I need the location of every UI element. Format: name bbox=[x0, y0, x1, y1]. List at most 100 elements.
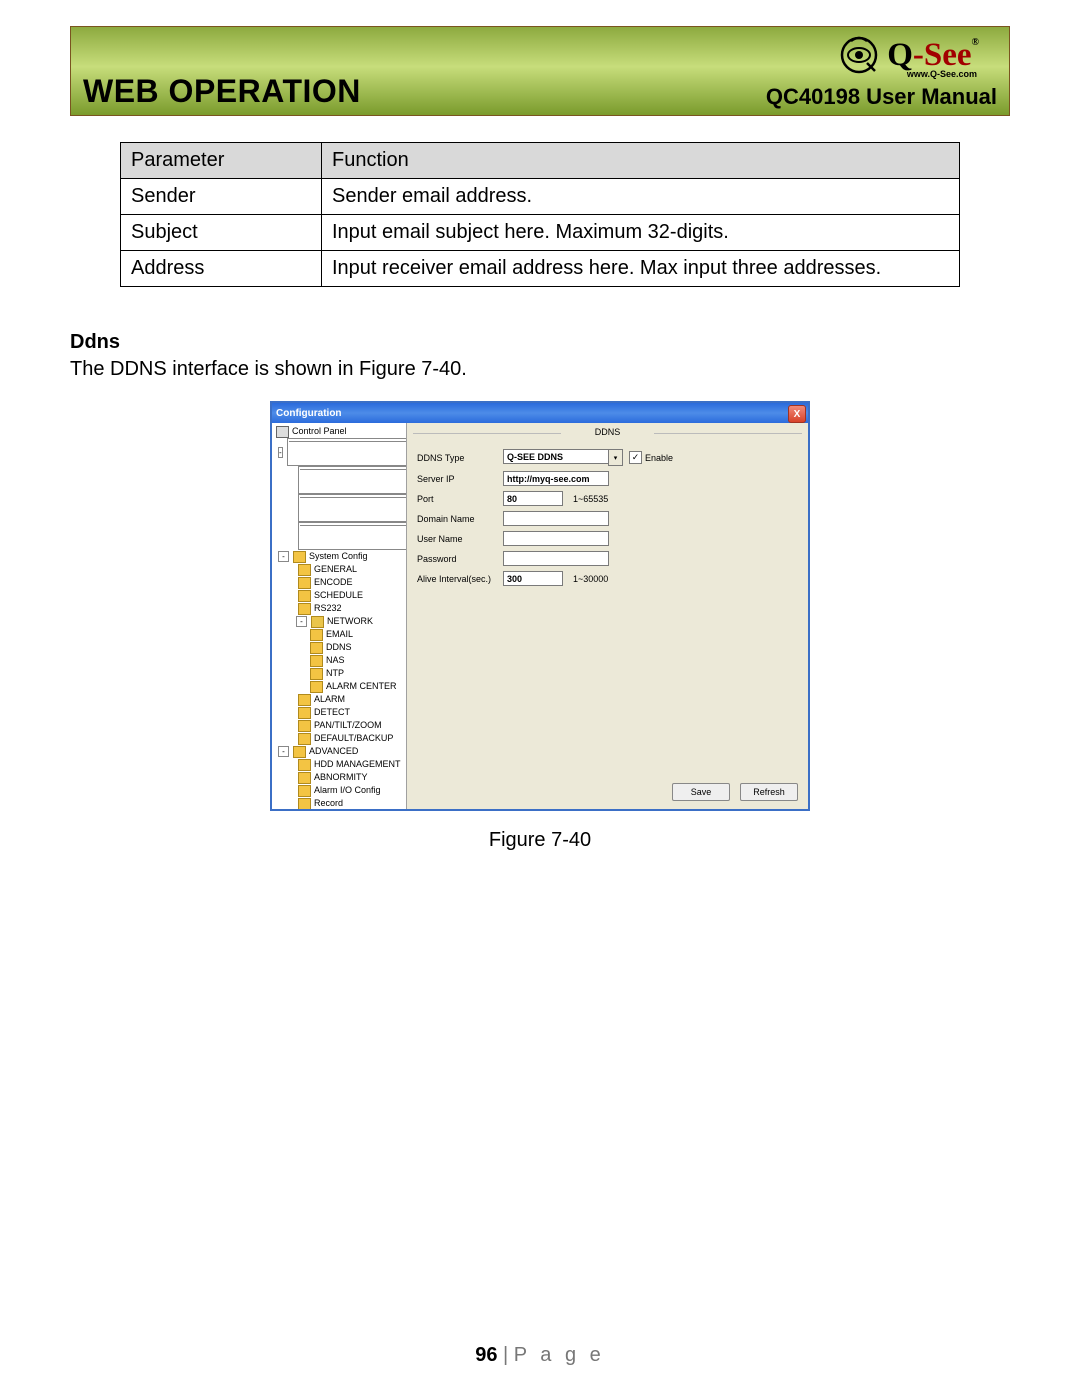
table-head-row: Parameter Function bbox=[121, 143, 960, 179]
tree-item-record[interactable]: Record bbox=[314, 797, 343, 809]
tree-item-defaultbackup[interactable]: DEFAULT/BACKUP bbox=[314, 732, 393, 745]
section-text: The DDNS interface is shown in Figure 7-… bbox=[70, 358, 1010, 381]
tree-item-alarmio[interactable]: Alarm I/O Config bbox=[314, 784, 381, 797]
folder-icon bbox=[298, 759, 311, 771]
page-header-banner: Q-See® www.Q-See.com WEB OPERATION QC401… bbox=[70, 26, 1010, 116]
page-icon bbox=[298, 494, 407, 522]
tree-item-alarmcenter[interactable]: ALARM CENTER bbox=[326, 680, 397, 693]
tree-item-alarm[interactable]: ALARM bbox=[314, 693, 345, 706]
folder-icon bbox=[298, 577, 311, 589]
refresh-button[interactable]: Refresh bbox=[740, 783, 798, 801]
tree-item-detect[interactable]: DETECT bbox=[314, 706, 350, 719]
folder-icon bbox=[293, 746, 306, 758]
folder-icon bbox=[298, 785, 311, 797]
folder-icon bbox=[298, 707, 311, 719]
folder-icon bbox=[298, 694, 311, 706]
collapse-icon[interactable]: - bbox=[278, 447, 283, 458]
username-label: User Name bbox=[417, 534, 503, 544]
param-name: Sender bbox=[121, 179, 322, 215]
brand-logo: Q-See® www.Q-See.com bbox=[837, 33, 979, 77]
param-desc: Sender email address. bbox=[322, 179, 960, 215]
col-parameter: Parameter bbox=[121, 143, 322, 179]
footer-sep: | bbox=[497, 1344, 513, 1366]
password-label: Password bbox=[417, 554, 503, 564]
tree-item-schedule[interactable]: SCHEDULE bbox=[314, 589, 363, 602]
tree-item-nas[interactable]: NAS bbox=[326, 654, 345, 667]
ddns-type-label: DDNS Type bbox=[417, 453, 503, 463]
nav-tree[interactable]: Control Panel -Query System Info VERSION… bbox=[272, 423, 407, 809]
folder-icon bbox=[293, 551, 306, 563]
table-row: Sender Sender email address. bbox=[121, 179, 960, 215]
page-icon bbox=[298, 466, 407, 494]
collapse-icon[interactable]: - bbox=[296, 616, 307, 627]
alive-label: Alive Interval(sec.) bbox=[417, 574, 503, 584]
tree-item-network[interactable]: NETWORK bbox=[327, 615, 373, 628]
folder-icon bbox=[310, 642, 323, 654]
param-name: Subject bbox=[121, 215, 322, 251]
domain-input[interactable] bbox=[503, 511, 609, 526]
settings-panel: DDNS DDNS Type Q-SEE DDNS ▾ ✓ Enable Ser… bbox=[407, 423, 808, 809]
chevron-down-icon[interactable]: ▾ bbox=[608, 449, 623, 466]
panel-icon bbox=[276, 426, 289, 438]
enable-label: Enable bbox=[645, 453, 673, 463]
folder-icon bbox=[310, 668, 323, 680]
divider bbox=[413, 433, 561, 434]
trademark-icon: ® bbox=[972, 37, 979, 48]
tree-item-ptz[interactable]: PAN/TILT/ZOOM bbox=[314, 719, 382, 732]
window-title: Configuration bbox=[276, 408, 342, 419]
qsee-eye-icon bbox=[837, 33, 881, 77]
window-titlebar[interactable]: Configuration X bbox=[272, 403, 808, 423]
divider bbox=[654, 433, 802, 434]
tree-item-hddmgmt[interactable]: HDD MANAGEMENT bbox=[314, 758, 401, 771]
tree-item-ntp[interactable]: NTP bbox=[326, 667, 344, 680]
manual-page: Q-See® www.Q-See.com WEB OPERATION QC401… bbox=[0, 0, 1080, 1397]
page-icon bbox=[298, 522, 407, 550]
ddns-type-select[interactable]: Q-SEE DDNS bbox=[503, 449, 609, 464]
folder-icon bbox=[298, 798, 311, 810]
page-number: 96 bbox=[475, 1344, 497, 1366]
footer-text: P a g e bbox=[514, 1344, 605, 1366]
tree-item-general[interactable]: GENERAL bbox=[314, 563, 357, 576]
tree-item-ddns[interactable]: DDNS bbox=[326, 641, 352, 654]
close-icon[interactable]: X bbox=[788, 405, 806, 423]
tree-item-syscfg[interactable]: System Config bbox=[309, 550, 368, 563]
password-input[interactable] bbox=[503, 551, 609, 566]
save-button[interactable]: Save bbox=[672, 783, 730, 801]
page-icon bbox=[287, 438, 407, 466]
folder-icon bbox=[310, 629, 323, 641]
tree-item-encode[interactable]: ENCODE bbox=[314, 576, 353, 589]
port-input[interactable]: 80 bbox=[503, 491, 563, 506]
tree-root[interactable]: Control Panel bbox=[292, 425, 347, 438]
param-desc: Input receiver email address here. Max i… bbox=[322, 251, 960, 287]
brand-dash: - bbox=[913, 37, 924, 73]
folder-icon bbox=[298, 564, 311, 576]
enable-checkbox[interactable]: ✓ bbox=[629, 451, 642, 464]
collapse-icon[interactable]: - bbox=[278, 746, 289, 757]
table-row: Subject Input email subject here. Maximu… bbox=[121, 215, 960, 251]
tree-item-advanced[interactable]: ADVANCED bbox=[309, 745, 358, 758]
folder-icon bbox=[311, 616, 324, 628]
folder-icon bbox=[298, 603, 311, 615]
port-hint: 1~65535 bbox=[573, 494, 608, 504]
folder-icon bbox=[298, 733, 311, 745]
serverip-input[interactable]: http://myq-see.com bbox=[503, 471, 609, 486]
folder-icon bbox=[310, 681, 323, 693]
username-input[interactable] bbox=[503, 531, 609, 546]
folder-icon bbox=[298, 720, 311, 732]
parameter-table: Parameter Function Sender Sender email a… bbox=[120, 142, 960, 287]
brand-text: Q-See® bbox=[887, 37, 979, 74]
folder-icon bbox=[310, 655, 323, 667]
folder-icon bbox=[298, 772, 311, 784]
tree-item-abnormity[interactable]: ABNORMITY bbox=[314, 771, 368, 784]
serverip-label: Server IP bbox=[417, 474, 503, 484]
panel-section-label: DDNS bbox=[595, 427, 621, 437]
figure-caption: Figure 7-40 bbox=[70, 829, 1010, 852]
collapse-icon[interactable]: - bbox=[278, 551, 289, 562]
brand-see: See bbox=[924, 37, 972, 73]
alive-input[interactable]: 300 bbox=[503, 571, 563, 586]
page-footer: 96 | P a g e bbox=[0, 1344, 1080, 1367]
tree-item-email[interactable]: EMAIL bbox=[326, 628, 353, 641]
section-heading: Ddns bbox=[70, 331, 1010, 354]
page-title: WEB OPERATION bbox=[83, 73, 361, 110]
tree-item-rs232[interactable]: RS232 bbox=[314, 602, 342, 615]
